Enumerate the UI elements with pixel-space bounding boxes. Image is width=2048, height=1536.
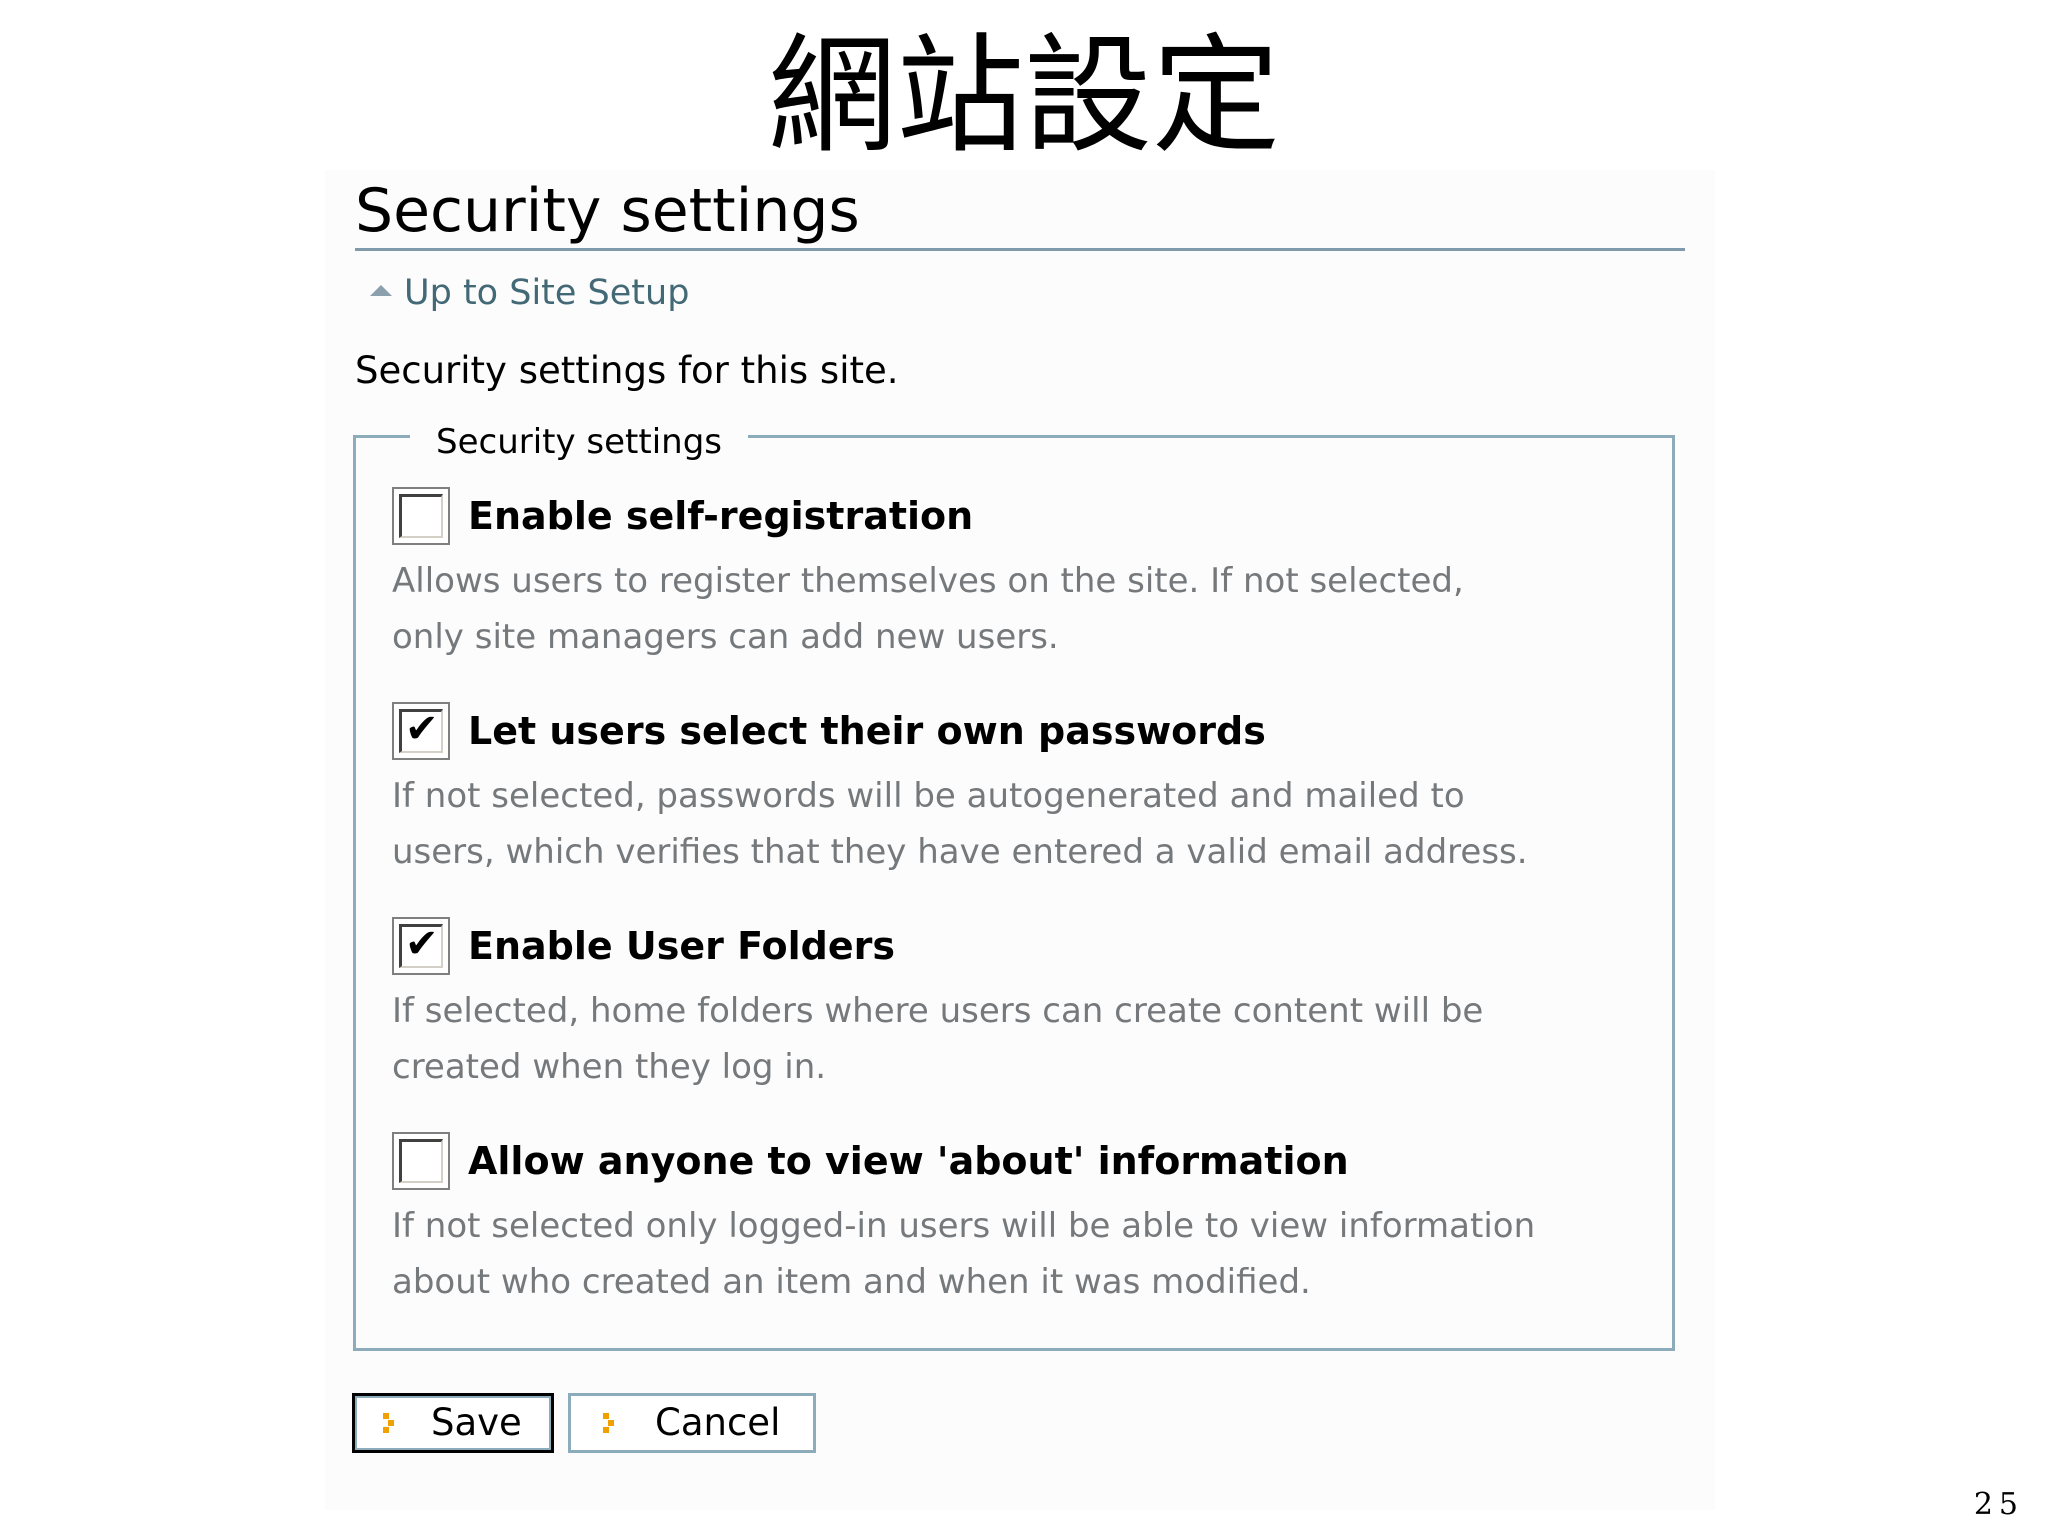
help-line: users, which verifies that they have ent… [392, 832, 1528, 872]
self-registration-label[interactable]: Enable self-registration [468, 487, 973, 545]
help-line: If not selected only logged-in users wil… [392, 1206, 1536, 1246]
arrow-right-icon [603, 1413, 614, 1433]
checkbox-inner [399, 1139, 443, 1183]
user-folders-checkbox[interactable]: ✔ [392, 917, 450, 975]
help-line: Allows users to register themselves on t… [392, 561, 1464, 601]
checkmark-icon: ✔ [405, 706, 439, 752]
about-info-help: If not selected only logged-in users wil… [392, 1198, 1642, 1310]
user-folders-label[interactable]: Enable User Folders [468, 917, 895, 975]
fieldset-legend: Security settings [410, 417, 749, 467]
help-line: If not selected, passwords will be autog… [392, 776, 1465, 816]
page-heading: Security settings [355, 176, 1685, 251]
own-passwords-label[interactable]: Let users select their own passwords [468, 702, 1266, 760]
up-to-site-setup-link[interactable]: Up to Site Setup [370, 268, 689, 318]
self-registration-help: Allows users to register themselves on t… [392, 553, 1642, 665]
slide-title: 網站設定 [767, 22, 1280, 171]
up-link-label: Up to Site Setup [404, 273, 690, 313]
about-info-label[interactable]: Allow anyone to view 'about' information [468, 1132, 1349, 1190]
arrow-right-icon [383, 1413, 394, 1433]
cancel-button-label: Cancel [655, 1401, 781, 1444]
cancel-button[interactable]: Cancel [568, 1393, 816, 1453]
help-line: created when they log in. [392, 1047, 827, 1087]
page-description: Security settings for this site. [355, 349, 899, 392]
up-arrow-icon [370, 284, 392, 296]
save-button[interactable]: Save [352, 1393, 554, 1453]
own-passwords-checkbox[interactable]: ✔ [392, 702, 450, 760]
checkbox-inner: ✔ [399, 706, 443, 753]
checkmark-icon: ✔ [405, 921, 439, 967]
self-registration-checkbox[interactable] [392, 487, 450, 545]
about-info-checkbox[interactable] [392, 1132, 450, 1190]
help-line: about who created an item and when it wa… [392, 1262, 1311, 1302]
help-line: If selected, home folders where users ca… [392, 991, 1484, 1031]
help-line: only site managers can add new users. [392, 617, 1059, 657]
user-folders-help: If selected, home folders where users ca… [392, 983, 1642, 1095]
save-button-label: Save [431, 1401, 522, 1444]
own-passwords-help: If not selected, passwords will be autog… [392, 768, 1642, 880]
checkbox-inner [399, 494, 443, 538]
page-number: 25 [1973, 1487, 2024, 1522]
checkbox-inner: ✔ [399, 921, 443, 968]
